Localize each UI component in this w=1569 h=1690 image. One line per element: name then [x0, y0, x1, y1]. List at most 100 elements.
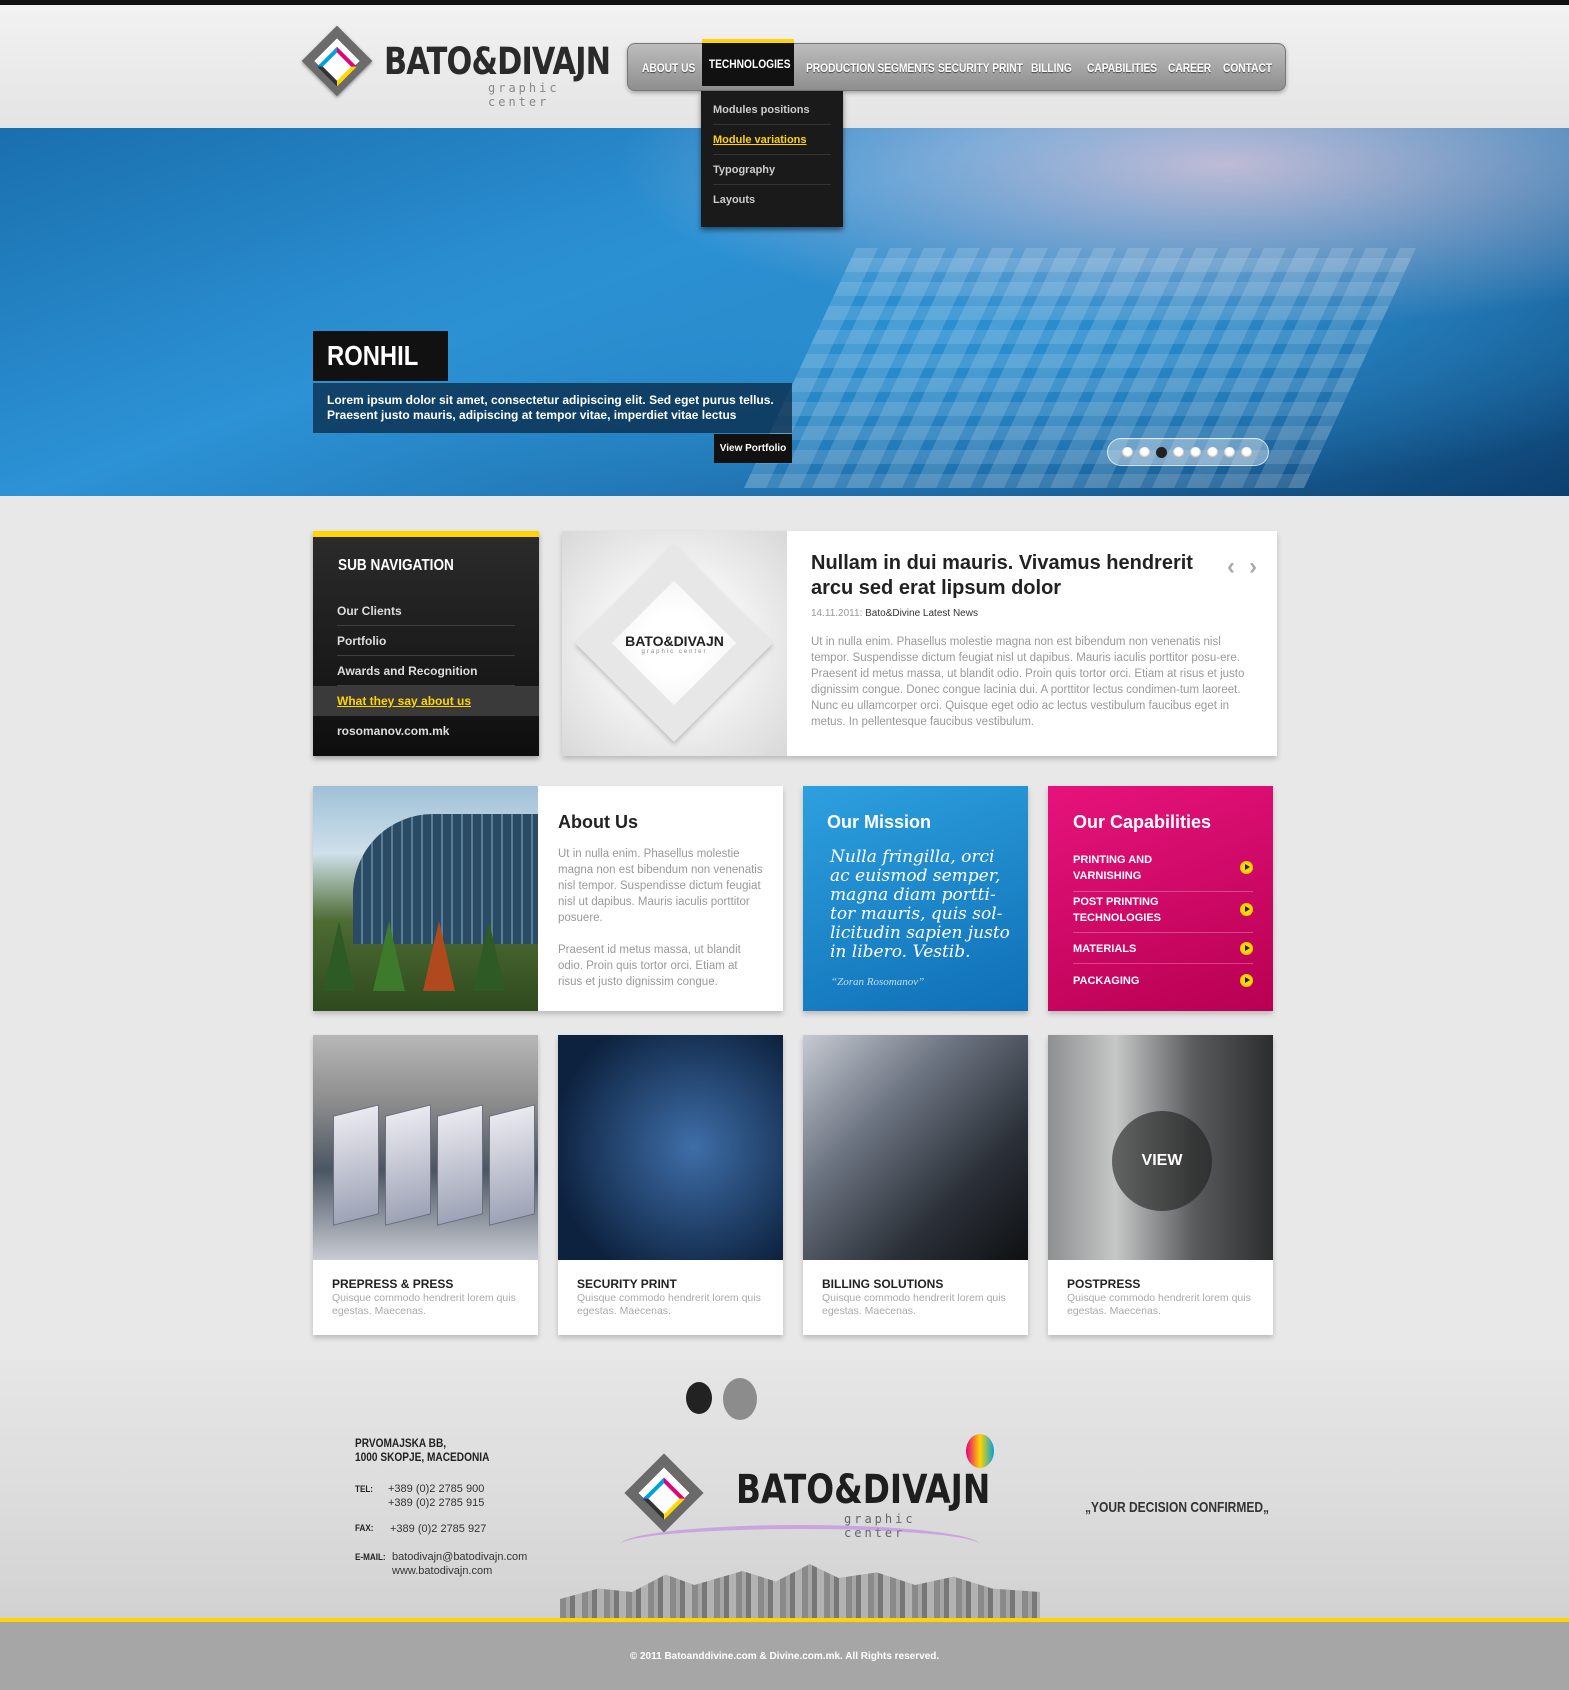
nav-item-billing[interactable]: BILLING: [1031, 44, 1072, 92]
news-thumb-subtitle: graphic center: [641, 649, 708, 655]
hero-description: Lorem ipsum dolor sit amet, consectetur …: [313, 383, 792, 433]
machine-shape: [385, 1104, 431, 1226]
technologies-dropdown: Modules positions Module variations Typo…: [701, 91, 843, 227]
nav-item-about-us[interactable]: ABOUT US: [642, 44, 695, 92]
tree-shape: [323, 921, 355, 991]
about-title: About Us: [558, 812, 638, 832]
logo-mark-icon: [624, 1453, 704, 1533]
balloon-icon: [723, 1378, 757, 1420]
about-us-card: About Us Ut in nulla enim. Phasellus mol…: [313, 786, 783, 1011]
tel-1: +389 (0)2 2785 900: [388, 1483, 485, 1495]
swoosh-decoration: [620, 1525, 980, 1565]
view-overlay-button[interactable]: VIEW: [1112, 1111, 1212, 1211]
sub-navigation: SUB NAVIGATION Our Clients Portfolio Awa…: [313, 531, 539, 756]
service-card-postpress[interactable]: VIEW POSTPRESS Quisque commodo hendrerit…: [1048, 1035, 1273, 1335]
tel-label: TEL:: [355, 1484, 373, 1494]
capability-printing[interactable]: PRINTING AND VARNISHING: [1073, 852, 1253, 892]
mission-card: Our Mission Nulla fringilla, orci ac eui…: [803, 786, 1028, 1011]
postpress-image: VIEW: [1048, 1035, 1273, 1260]
service-title: PREPRESS & PRESS: [332, 1277, 454, 1291]
nav-item-technologies[interactable]: TECHNOLOGIES: [702, 39, 794, 86]
copyright: © 2011 Batoanddivine.com & Divine.com.mk…: [629, 1651, 940, 1662]
mission-author: “Zoran Rosomanov”: [831, 976, 925, 988]
nav-item-career[interactable]: CAREER: [1168, 44, 1211, 92]
slider-dot[interactable]: [1139, 447, 1150, 458]
website-link[interactable]: www.batodivajn.com: [392, 1564, 492, 1578]
service-title: SECURITY PRINT: [577, 1277, 677, 1291]
capability-post-printing[interactable]: POST PRINTING TECHNOLOGIES: [1073, 894, 1253, 933]
service-desc: Quisque commodo hendrerit lorem quis ege…: [332, 1292, 516, 1317]
dropdown-item-layouts[interactable]: Layouts: [713, 185, 831, 215]
news-body: Ut in nulla enim. Phasellus molestie mag…: [811, 636, 1245, 728]
hero-title: RONHIL: [313, 331, 449, 381]
news-card: BATO&DIVAJN graphic center Nullam in dui…: [562, 531, 1277, 756]
capabilities-card: Our Capabilities PRINTING AND VARNISHING …: [1048, 786, 1273, 1011]
nav-item-production-segments[interactable]: PRODUCTION SEGMENTS: [806, 44, 935, 92]
capability-packaging[interactable]: PACKAGING: [1073, 973, 1253, 989]
security-print-image: [558, 1035, 783, 1260]
slider-dot[interactable]: [1190, 447, 1201, 458]
logo-text: BATO&DIVAJN: [384, 40, 611, 83]
footer-logo[interactable]: BATO&DIVAJN graphic center: [620, 1453, 990, 1555]
subnav-item-our-clients[interactable]: Our Clients: [313, 596, 539, 626]
slider-dot[interactable]: [1241, 447, 1252, 458]
billing-image: [803, 1035, 1028, 1260]
slider-dot-active[interactable]: [1156, 447, 1167, 458]
fax-label: FAX:: [355, 1523, 374, 1533]
hot-air-balloon-icon: [966, 1434, 994, 1468]
slider-dot[interactable]: [1207, 447, 1218, 458]
email-link[interactable]: batodivajn@batodivajn.com: [392, 1550, 527, 1564]
email-label: E-MAIL:: [355, 1552, 386, 1562]
service-card-security-print[interactable]: SECURITY PRINT Quisque commodo hendrerit…: [558, 1035, 783, 1335]
next-arrow-icon[interactable]: ›: [1249, 553, 1257, 581]
slider-pagination: [1107, 438, 1269, 466]
tree-shape: [373, 921, 405, 991]
hero-background-pattern: [744, 248, 1416, 488]
site-logo[interactable]: BATO&DIVAJN graphic center: [300, 25, 611, 109]
tel-2: +389 (0)2 2785 915: [388, 1497, 485, 1509]
slider-dot[interactable]: [1173, 447, 1184, 458]
slider-dot[interactable]: [1122, 447, 1133, 458]
mission-title: Our Mission: [827, 812, 932, 832]
nav-item-capabilities[interactable]: CAPABILITIES: [1087, 44, 1157, 92]
dropdown-item-modules-positions[interactable]: Modules positions: [713, 95, 831, 125]
machine-shape: [489, 1104, 535, 1226]
arrow-right-icon: [1240, 861, 1253, 874]
logo-subtitle: graphic center: [488, 81, 560, 109]
subnav-item-portfolio[interactable]: Portfolio: [313, 626, 539, 656]
dropdown-item-module-variations[interactable]: Module variations: [713, 125, 831, 155]
subnav-item-testimonials[interactable]: What they say about us: [313, 686, 539, 716]
logo-mark-icon: [301, 25, 373, 97]
about-text: Ut in nulla enim. Phasellus molestie mag…: [558, 848, 763, 988]
service-card-billing[interactable]: BILLING SOLUTIONS Quisque commodo hendre…: [803, 1035, 1028, 1335]
prev-arrow-icon[interactable]: ‹: [1227, 553, 1235, 581]
building-image: [313, 786, 538, 1011]
capability-materials[interactable]: MATERIALS: [1073, 941, 1253, 964]
service-desc: Quisque commodo hendrerit lorem quis ege…: [577, 1292, 761, 1317]
slider-dot[interactable]: [1224, 447, 1235, 458]
tree-shape: [473, 921, 505, 991]
subnav-title: SUB NAVIGATION: [338, 557, 454, 574]
service-title: BILLING SOLUTIONS: [822, 1277, 944, 1291]
nav-item-contact[interactable]: CONTACT: [1223, 44, 1272, 92]
arrow-right-icon: [1240, 974, 1253, 987]
capabilities-title: Our Capabilities: [1073, 812, 1212, 832]
balloon-icon: [686, 1382, 712, 1414]
mission-quote: Nulla fringilla, orci ac euismod semper,…: [830, 847, 1010, 962]
machine-shape: [437, 1104, 483, 1226]
view-portfolio-button[interactable]: View Portfolio: [714, 434, 792, 463]
subnav-item-awards[interactable]: Awards and Recognition: [313, 656, 539, 686]
news-thumbnail: BATO&DIVAJN graphic center: [562, 531, 787, 756]
footer-logo-text: BATO&DIVAJN: [736, 1467, 991, 1513]
dropdown-item-typography[interactable]: Typography: [713, 155, 831, 185]
fax-value: +389 (0)2 2785 927: [390, 1523, 487, 1535]
tree-shape: [423, 921, 455, 991]
subnav-item-rosomanov[interactable]: rosomanov.com.mk: [313, 716, 539, 746]
arrow-right-icon: [1240, 942, 1253, 955]
footer-address: PRVOMAJSKA BB, 1000 SKOPJE, MACEDONIA: [355, 1438, 490, 1464]
news-title[interactable]: Nullam in dui mauris. Vivamus hendrerit …: [811, 551, 1211, 601]
service-desc: Quisque commodo hendrerit lorem quis ege…: [822, 1292, 1006, 1317]
nav-item-security-print[interactable]: SECURITY PRINT: [938, 44, 1023, 92]
service-title: POSTPRESS: [1067, 1277, 1141, 1291]
service-card-prepress[interactable]: PREPRESS & PRESS Quisque commodo hendrer…: [313, 1035, 538, 1335]
